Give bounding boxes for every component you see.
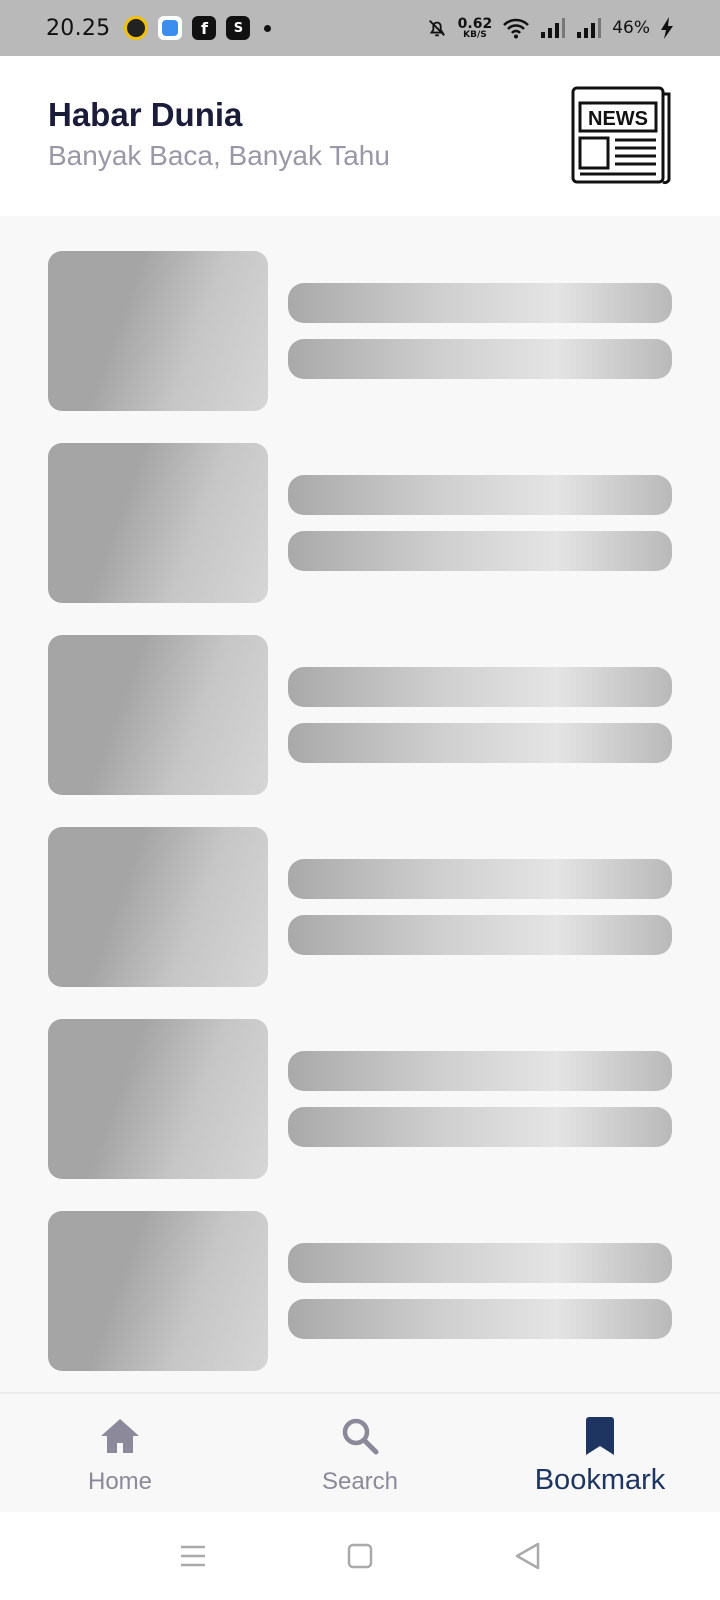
text-placeholder	[288, 339, 672, 379]
notification-icons: f S	[124, 16, 272, 40]
thumbnail-placeholder	[48, 1211, 268, 1371]
signal-icon-2	[577, 18, 602, 38]
text-placeholder	[288, 1107, 672, 1147]
network-speed: 0.62 KB/S	[457, 15, 493, 40]
status-bar: 20.25 f S 0.62 KB/S 46%	[0, 0, 720, 56]
nav-label-home: Home	[87, 1468, 153, 1495]
mute-bell-icon	[428, 20, 445, 37]
list-item-skeleton	[48, 827, 672, 987]
text-placeholder	[288, 1299, 672, 1339]
nav-item-search[interactable]: Search	[240, 1394, 480, 1512]
charging-icon	[661, 17, 673, 39]
home-button-icon[interactable]	[347, 1543, 373, 1569]
thumbnail-placeholder	[48, 443, 268, 603]
text-placeholder	[288, 723, 672, 763]
nav-item-bookmark[interactable]: Bookmark	[480, 1394, 720, 1512]
text-placeholder	[288, 531, 672, 571]
nav-label-search: Search	[321, 1468, 399, 1495]
app-notification-icon	[158, 16, 183, 40]
text-placeholder	[288, 915, 672, 955]
list-item-skeleton	[48, 1019, 672, 1179]
nav-item-home[interactable]: Home	[0, 1394, 240, 1512]
battery-percent: 46%	[612, 18, 650, 38]
app-subtitle: Banyak Baca, Banyak Tahu	[48, 140, 390, 171]
app-title: Habar Dunia	[48, 96, 243, 133]
app-notification-icon	[124, 16, 149, 40]
shopping-bag-icon: S	[226, 16, 251, 40]
app-header: Habar Dunia Banyak Baca, Banyak Tahu NEW…	[0, 56, 720, 216]
back-icon[interactable]	[513, 1541, 541, 1571]
newspaper-logo-icon: NEWS	[571, 86, 671, 185]
nav-label-bookmark: Bookmark	[534, 1464, 666, 1496]
signal-icon	[541, 18, 566, 38]
home-icon	[98, 1414, 142, 1458]
status-right: 0.62 KB/S 46%	[426, 16, 674, 40]
title-placeholder	[288, 859, 672, 899]
title-placeholder	[288, 475, 672, 515]
menu-icon[interactable]	[179, 1543, 207, 1569]
thumbnail-placeholder	[48, 1019, 268, 1179]
facebook-icon: f	[192, 16, 217, 40]
bottom-navigation: Home Search Bookmark	[0, 1392, 720, 1512]
more-notifications-dot	[264, 24, 272, 32]
list-item-skeleton	[48, 1211, 672, 1371]
search-icon	[338, 1414, 382, 1458]
list-item-skeleton	[48, 443, 672, 603]
title-placeholder	[288, 667, 672, 707]
title-placeholder	[288, 1051, 672, 1091]
wifi-icon	[503, 18, 530, 39]
title-placeholder	[288, 1243, 672, 1283]
bookmark-icon	[578, 1414, 622, 1458]
thumbnail-placeholder	[48, 251, 268, 411]
svg-text:NEWS: NEWS	[588, 108, 648, 130]
thumbnail-placeholder	[48, 827, 268, 987]
status-time: 20.25	[46, 15, 111, 41]
title-placeholder	[288, 283, 672, 323]
list-item-skeleton	[48, 635, 672, 795]
list-item-skeleton	[48, 251, 672, 411]
thumbnail-placeholder	[48, 635, 268, 795]
system-navigation-bar	[0, 1512, 720, 1600]
